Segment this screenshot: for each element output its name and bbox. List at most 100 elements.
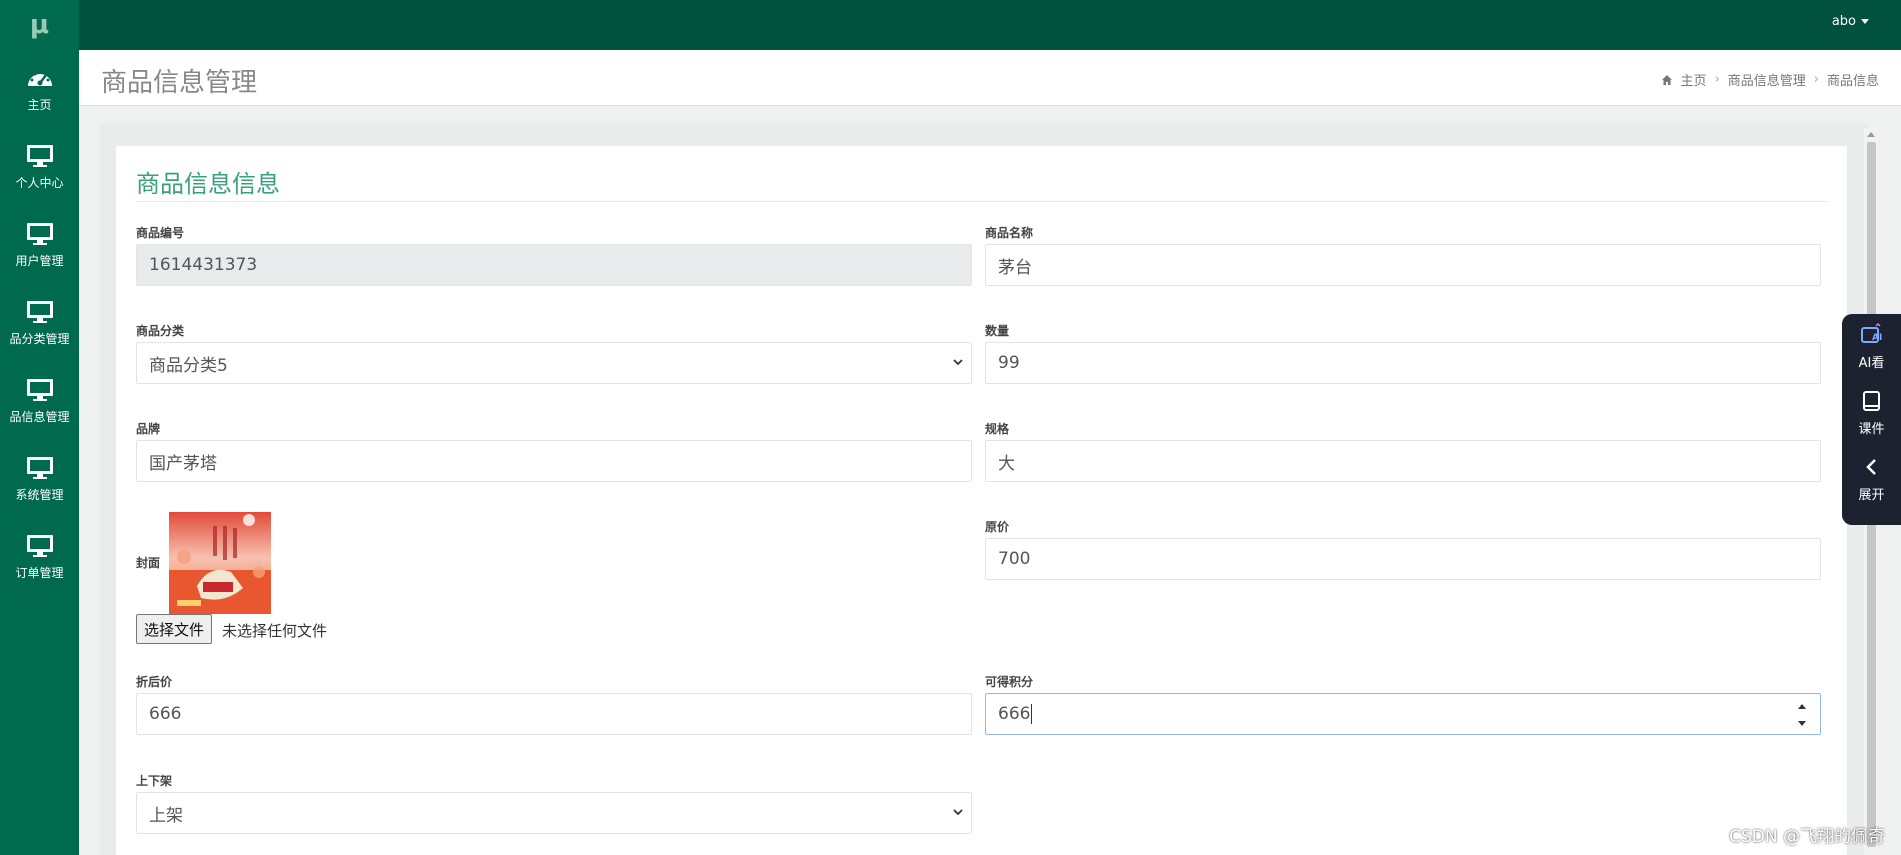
product-name-input[interactable]: 茅台: [985, 244, 1821, 286]
product-name-label: 商品名称: [985, 226, 1034, 240]
monitor-icon: [26, 222, 53, 245]
field-product-no: 商品编号 1614431373: [136, 224, 972, 286]
home-icon: [1661, 74, 1672, 85]
shelf-status-label: 上下架: [136, 774, 173, 788]
courseware-button[interactable]: 课件: [1842, 380, 1901, 446]
number-spinner[interactable]: [1798, 704, 1808, 726]
sidebar-item-order-management[interactable]: 订单管理: [0, 518, 79, 596]
breadcrumb-home[interactable]: 主页: [1681, 70, 1707, 89]
spinner-down-icon[interactable]: [1798, 721, 1806, 726]
sidebar-item-label: 系统管理: [15, 487, 64, 502]
sidebar-item-label: 用户管理: [15, 253, 64, 268]
chevron-down-icon: [953, 359, 963, 366]
discount-price-input[interactable]: 666: [136, 693, 972, 735]
scroll-up-icon[interactable]: [1867, 132, 1875, 137]
field-category: 商品分类 商品分类5: [136, 322, 972, 384]
field-brand: 品牌 国产茅塔: [136, 420, 972, 482]
sidebar-item-product-info-management[interactable]: 品信息管理: [0, 362, 79, 440]
product-no-input: 1614431373: [136, 244, 972, 286]
page-title: 商品信息管理: [101, 68, 258, 98]
monitor-icon: [26, 144, 53, 167]
page-header: 商品信息管理 主页 › 商品信息管理 › 商品信息: [79, 50, 1901, 106]
choose-file-button[interactable]: 选择文件: [136, 614, 213, 644]
sidebar-item-label: 品分类管理: [9, 331, 70, 346]
field-quantity: 数量 99: [985, 322, 1821, 384]
content-area: 商品信息信息 商品编号 1614431373 商品名称 茅台 商品分类 商品分类…: [100, 124, 1868, 855]
field-original-price: 原价 700: [985, 518, 1821, 580]
ai-view-button[interactable]: AI AI看: [1842, 314, 1901, 380]
breadcrumb-current: 商品信息: [1826, 74, 1879, 89]
category-value: 商品分类5: [149, 355, 228, 376]
sidebar-item-home[interactable]: 主页: [0, 50, 79, 128]
top-navbar: abo: [79, 0, 1901, 50]
points-value: 666: [998, 704, 1031, 724]
watermark: CSDN @飞翔的佩奇: [1729, 827, 1885, 847]
sidebar-item-system-management[interactable]: 系统管理: [0, 440, 79, 518]
spinner-up-icon[interactable]: [1798, 704, 1806, 709]
category-label: 商品分类: [136, 324, 185, 338]
product-image: [169, 512, 271, 614]
quantity-label: 数量: [985, 324, 1010, 338]
points-label: 可得积分: [985, 675, 1034, 689]
original-price-input[interactable]: 700: [985, 538, 1821, 580]
product-no-value: 1614431373: [149, 255, 258, 275]
app-logo: μ: [29, 10, 50, 40]
original-price-value: 700: [998, 549, 1031, 569]
cover-image: [169, 512, 271, 614]
sidebar-item-label: 订单管理: [15, 565, 64, 580]
sidebar-item-label: 品信息管理: [9, 409, 70, 424]
chevron-left-icon: [1865, 459, 1876, 475]
monitor-icon: [26, 378, 53, 401]
file-status: 未选择任何文件: [222, 622, 328, 640]
shelf-status-select[interactable]: 上架: [136, 792, 972, 834]
sidebar-item-user-management[interactable]: 用户管理: [0, 206, 79, 284]
sidebar: μ 主页 个人中心 用户管理 品分类管理 品信息管理 系统管理 订单管理: [0, 0, 79, 855]
discount-price-label: 折后价: [136, 675, 173, 689]
breadcrumb-separator: ›: [1714, 72, 1720, 87]
field-shelf-status: 上下架 上架: [136, 772, 972, 834]
expand-label: 展开: [1858, 488, 1885, 503]
caret-down-icon: [1861, 19, 1869, 24]
chevron-down-icon: [953, 809, 963, 816]
brand-label: 品牌: [136, 422, 161, 436]
spec-label: 规格: [985, 422, 1010, 436]
field-spec: 规格 大: [985, 420, 1821, 482]
courseware-label: 课件: [1858, 422, 1885, 437]
shelf-status-value: 上架: [149, 805, 183, 826]
points-input[interactable]: 666: [985, 693, 1821, 735]
category-select[interactable]: 商品分类5: [136, 342, 972, 384]
ai-view-label: AI看: [1858, 356, 1885, 371]
sidebar-item-personal-center[interactable]: 个人中心: [0, 128, 79, 206]
svg-text:AI: AI: [1872, 333, 1882, 343]
ai-view-icon: AI: [1860, 323, 1882, 343]
quantity-input[interactable]: 99: [985, 342, 1821, 384]
form-title: 商品信息信息: [136, 170, 280, 198]
breadcrumb: 主页 › 商品信息管理 › 商品信息: [1661, 70, 1879, 89]
product-name-value: 茅台: [998, 257, 1032, 278]
spec-input[interactable]: 大: [985, 440, 1821, 482]
spec-value: 大: [998, 453, 1015, 474]
monitor-icon: [26, 300, 53, 323]
cover-label: 封面: [136, 556, 161, 570]
form-card: 商品信息信息 商品编号 1614431373 商品名称 茅台 商品分类 商品分类…: [116, 146, 1847, 855]
floating-ai-panel: AI AI看 课件 展开: [1842, 314, 1901, 525]
quantity-value: 99: [998, 353, 1020, 373]
text-cursor: [1031, 704, 1033, 724]
brand-input[interactable]: 国产茅塔: [136, 440, 972, 482]
brand-value: 国产茅塔: [149, 453, 217, 474]
courseware-icon: [1862, 391, 1880, 411]
breadcrumb-separator: ›: [1813, 72, 1819, 87]
field-discount-price: 折后价 666: [136, 673, 972, 735]
divider: [136, 201, 1827, 202]
field-points: 可得积分 666: [985, 673, 1821, 735]
original-price-label: 原价: [985, 520, 1010, 534]
dashboard-icon: [27, 70, 52, 86]
product-no-label: 商品编号: [136, 226, 185, 240]
user-menu[interactable]: abo: [1832, 14, 1869, 29]
field-product-name: 商品名称 茅台: [985, 224, 1821, 286]
expand-button[interactable]: 展开: [1842, 446, 1901, 512]
sidebar-item-category-management[interactable]: 品分类管理: [0, 284, 79, 362]
breadcrumb-section[interactable]: 商品信息管理: [1728, 70, 1806, 89]
monitor-icon: [26, 456, 53, 479]
sidebar-item-label: 主页: [27, 97, 52, 112]
